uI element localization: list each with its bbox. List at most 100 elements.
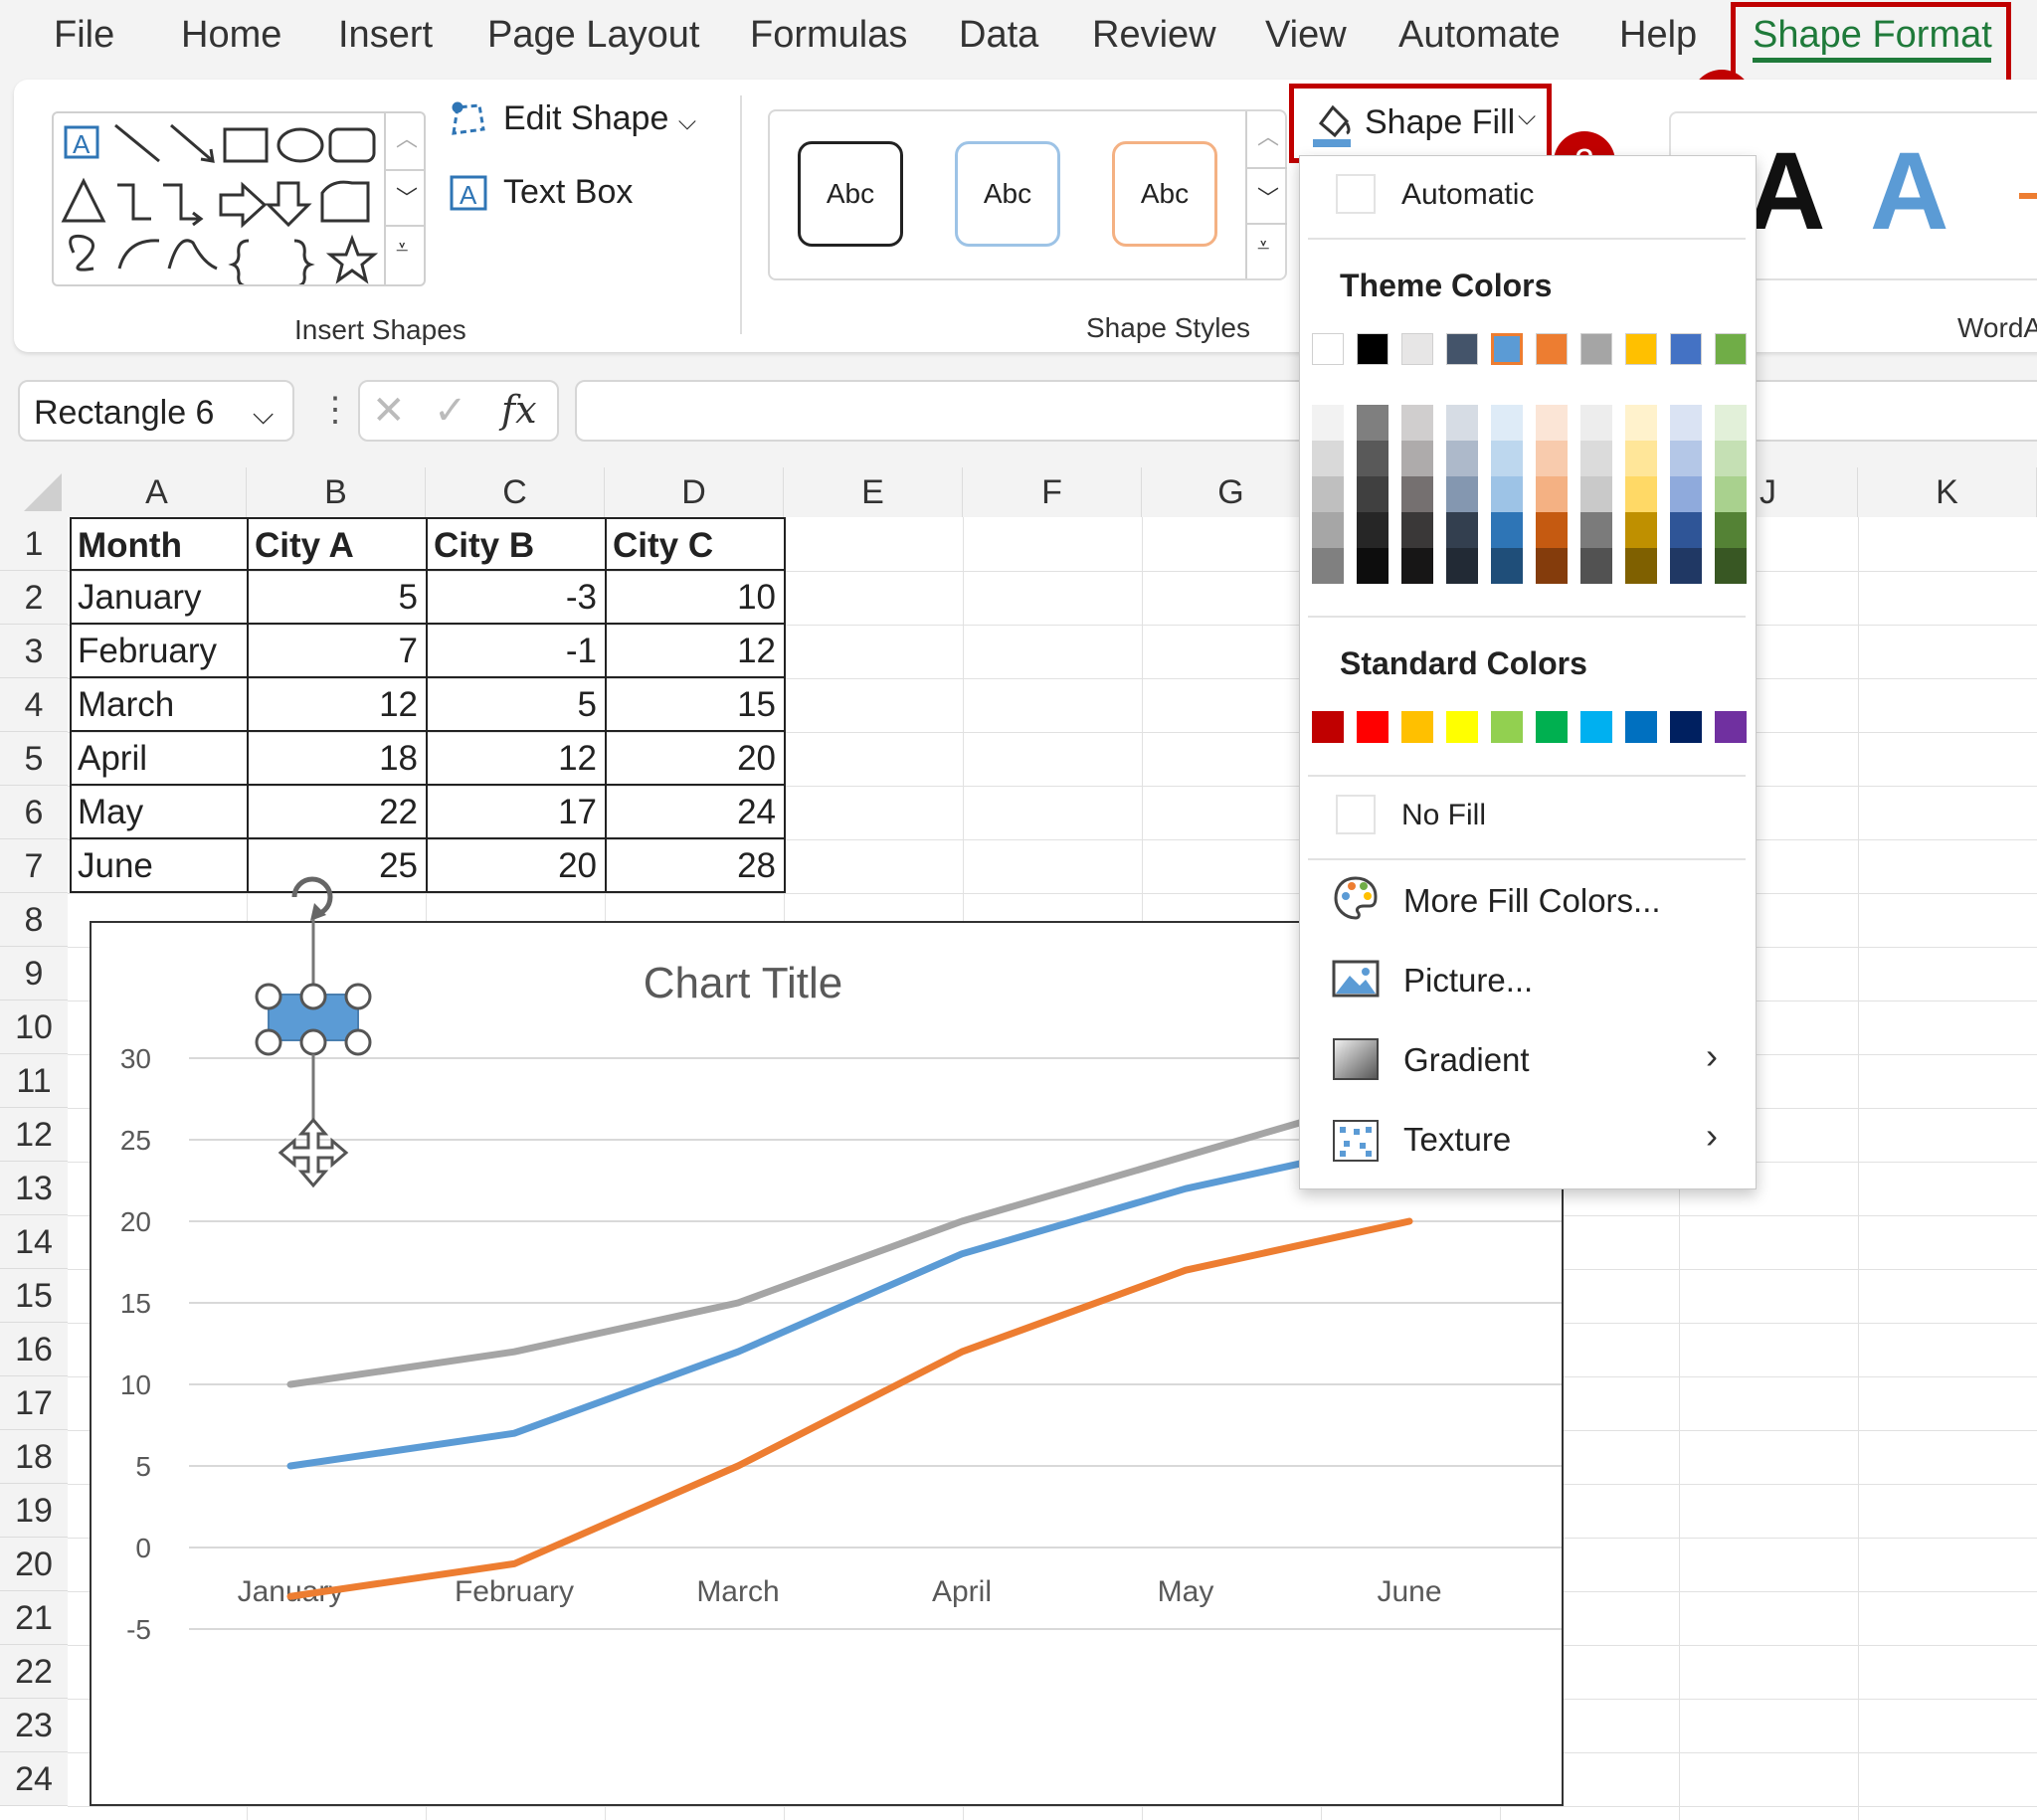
theme-shade-swatch[interactable] [1446,441,1478,476]
row-header-8[interactable]: 8 [0,893,68,947]
wordart-sample-orange[interactable] [2019,193,2037,199]
table-cell[interactable]: 7 [249,625,428,678]
row-header-7[interactable]: 7 [0,839,68,893]
theme-shade-swatch[interactable] [1357,441,1389,476]
theme-shade-swatch[interactable] [1312,548,1344,584]
theme-color-swatch[interactable] [1715,333,1747,365]
row-header-16[interactable]: 16 [0,1323,68,1376]
theme-shade-swatch[interactable] [1446,476,1478,512]
theme-shade-swatch[interactable] [1401,405,1433,441]
theme-shade-swatch[interactable] [1536,548,1568,584]
column-header-K[interactable]: K [1858,467,2037,517]
style-sample-orange[interactable]: Abc [1112,141,1217,247]
wordart-sample-black[interactable]: A [1747,137,1825,247]
theme-shade-swatch[interactable] [1446,405,1478,441]
theme-shade-swatch[interactable] [1670,548,1702,584]
table-cell[interactable]: 10 [607,571,786,625]
theme-shade-swatch[interactable] [1491,476,1523,512]
series-line-city-c[interactable] [290,1091,1409,1384]
tab-home[interactable]: Home [181,14,281,57]
styles-scroll-up-icon[interactable]: ︿ [1257,119,1279,151]
column-header-D[interactable]: D [605,467,784,517]
standard-color-swatch[interactable] [1357,711,1389,743]
shapes-gallery[interactable]: A ︿ ﹀ ⩡ [52,111,426,286]
theme-color-swatch[interactable] [1670,333,1702,365]
column-header-C[interactable]: C [426,467,605,517]
theme-shade-swatch[interactable] [1715,476,1747,512]
table-cell[interactable]: 17 [428,786,607,839]
tab-data[interactable]: Data [959,14,1038,57]
table-cell[interactable]: 20 [428,839,607,893]
enter-icon[interactable]: ✓ [434,388,467,434]
theme-shade-swatch[interactable] [1491,405,1523,441]
theme-shade-swatch[interactable] [1625,441,1657,476]
column-header-G[interactable]: G [1142,467,1321,517]
standard-color-swatch[interactable] [1536,711,1568,743]
row-header-12[interactable]: 12 [0,1108,68,1162]
more-fill-colors-option[interactable]: More Fill Colors... [1403,882,1661,920]
wordart-sample-blue[interactable]: A [1870,137,1948,247]
standard-color-swatch[interactable] [1715,711,1747,743]
table-cell[interactable]: March [70,678,249,732]
theme-shade-swatch[interactable] [1536,441,1568,476]
theme-shade-swatch[interactable] [1580,405,1612,441]
standard-color-swatch[interactable] [1446,711,1478,743]
table-cell[interactable]: 12 [428,732,607,786]
tab-formulas[interactable]: Formulas [750,14,907,57]
theme-shade-swatch[interactable] [1536,476,1568,512]
row-header-3[interactable]: 3 [0,625,68,678]
edit-shape-button[interactable]: Edit Shape ⌵ [503,99,696,138]
theme-shade-swatch[interactable] [1670,512,1702,548]
shape-styles-gallery[interactable]: Abc Abc Abc ︿ ﹀ ⩡ [768,109,1287,280]
table-header-cell[interactable]: City A [249,517,428,571]
theme-shade-swatch[interactable] [1580,441,1612,476]
tab-help[interactable]: Help [1619,14,1697,57]
row-header-4[interactable]: 4 [0,678,68,732]
theme-shade-swatch[interactable] [1625,405,1657,441]
row-header-17[interactable]: 17 [0,1376,68,1430]
table-cell[interactable]: 15 [607,678,786,732]
selected-rectangle-shape[interactable] [239,869,388,1207]
standard-color-swatch[interactable] [1580,711,1612,743]
theme-shade-swatch[interactable] [1625,548,1657,584]
theme-shade-swatch[interactable] [1715,441,1747,476]
table-cell[interactable]: February [70,625,249,678]
table-cell[interactable]: 20 [607,732,786,786]
style-sample-dark[interactable]: Abc [798,141,903,247]
table-cell[interactable]: 12 [249,678,428,732]
row-header-18[interactable]: 18 [0,1430,68,1484]
theme-shade-swatch[interactable] [1536,512,1568,548]
row-header-24[interactable]: 24 [0,1752,68,1806]
row-header-13[interactable]: 13 [0,1162,68,1215]
theme-shade-swatch[interactable] [1536,405,1568,441]
cancel-icon[interactable]: ✕ [372,388,406,434]
column-header-F[interactable]: F [963,467,1142,517]
table-cell[interactable]: 12 [607,625,786,678]
row-header-14[interactable]: 14 [0,1215,68,1269]
tab-page-layout[interactable]: Page Layout [487,14,699,57]
theme-shade-swatch[interactable] [1580,476,1612,512]
theme-shade-swatch[interactable] [1491,548,1523,584]
row-header-10[interactable]: 10 [0,1001,68,1054]
table-cell[interactable]: 5 [249,571,428,625]
tab-view[interactable]: View [1265,14,1347,57]
theme-shade-swatch[interactable] [1715,512,1747,548]
text-box-button[interactable]: Text Box [503,173,633,212]
scroll-down-icon[interactable]: ﹀ [396,181,418,213]
table-cell[interactable]: -3 [428,571,607,625]
shapes-scroll[interactable]: ︿ ﹀ ⩡ [384,113,424,284]
picture-option[interactable]: Picture... [1403,962,1533,1000]
theme-color-swatch[interactable] [1401,333,1433,365]
row-header-1[interactable]: 1 [0,517,68,571]
row-header-15[interactable]: 15 [0,1269,68,1323]
table-header-cell[interactable]: City C [607,517,786,571]
theme-shade-swatch[interactable] [1446,548,1478,584]
styles-more-icon[interactable]: ⩡ [1257,233,1269,259]
theme-color-swatch[interactable] [1536,333,1568,365]
theme-shade-swatch[interactable] [1715,405,1747,441]
theme-shade-swatch[interactable] [1625,476,1657,512]
theme-shade-swatch[interactable] [1715,548,1747,584]
row-header-19[interactable]: 19 [0,1484,68,1538]
rotate-handle-icon[interactable] [294,879,330,921]
table-cell[interactable]: 5 [428,678,607,732]
